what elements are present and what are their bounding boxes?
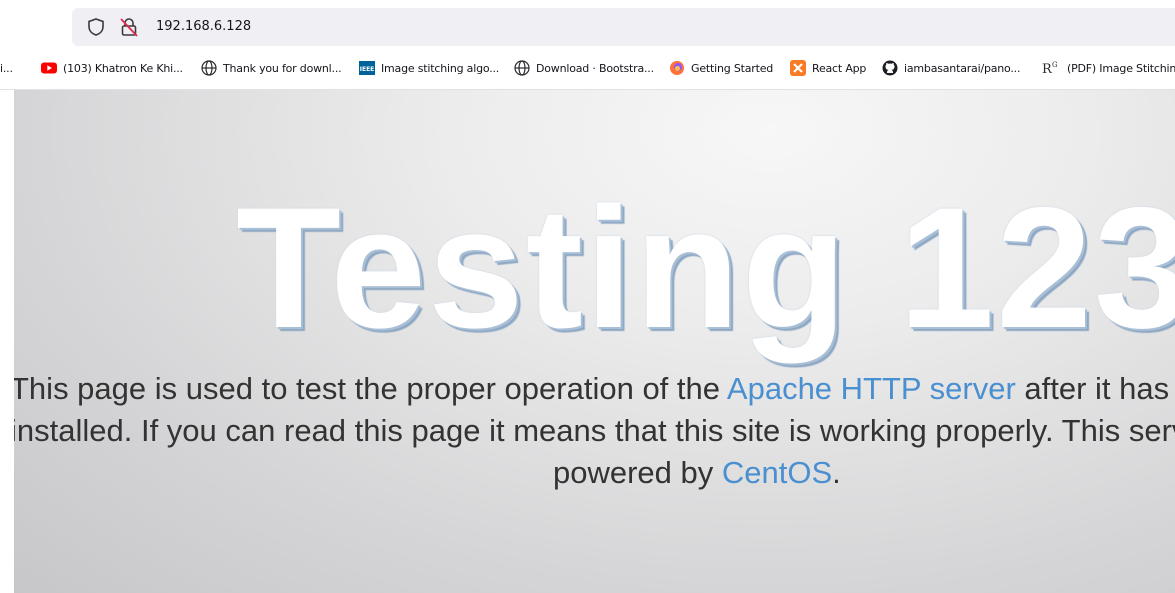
bookmark-label: React App bbox=[812, 61, 867, 75]
bookmark-item[interactable]: IEEE Image stitching algo... bbox=[359, 59, 499, 77]
researchgate-icon: RG bbox=[1041, 60, 1061, 77]
page-content: Testing 123.. This page is used to test … bbox=[14, 90, 1175, 593]
insecure-lock-icon[interactable] bbox=[118, 16, 140, 38]
lead-line-2: installed. If you can read this page it … bbox=[14, 413, 1175, 448]
bookmark-item[interactable]: Download · Bootstra... bbox=[514, 59, 654, 77]
bookmark-label: Download · Bootstra... bbox=[536, 61, 654, 75]
xampp-icon bbox=[790, 60, 806, 76]
lead-text: This page is used to test the proper ope… bbox=[14, 371, 727, 406]
bookmarks-toolbar: i... (103) Khatron Ke Khi... Thank you f… bbox=[0, 46, 1175, 90]
bookmark-item[interactable]: Getting Started bbox=[669, 59, 773, 77]
bookmark-item[interactable]: React App bbox=[790, 59, 866, 77]
bookmark-item[interactable]: RG (PDF) Image Stitchin bbox=[1041, 59, 1175, 77]
bookmark-item[interactable]: i... bbox=[0, 59, 13, 77]
bookmark-item[interactable]: (103) Khatron Ke Khi... bbox=[41, 59, 183, 77]
url-bar: 192.168.6.128 bbox=[0, 0, 1175, 46]
bookmark-label: Thank you for downl... bbox=[223, 61, 342, 75]
youtube-icon bbox=[41, 60, 57, 76]
apache-link[interactable]: Apache HTTP server bbox=[727, 371, 1016, 406]
lead-line-3: powered by CentOS. bbox=[553, 452, 841, 494]
firefox-icon bbox=[669, 60, 685, 76]
lead-text: after it has been bbox=[1024, 371, 1175, 406]
globe-icon bbox=[514, 60, 530, 76]
bookmark-label: i... bbox=[0, 61, 13, 75]
bookmark-label: Getting Started bbox=[691, 61, 774, 75]
bookmark-item[interactable]: Thank you for downl... bbox=[201, 59, 342, 77]
page-title: Testing 123.. bbox=[236, 172, 1175, 364]
url-text[interactable]: 192.168.6.128 bbox=[156, 17, 251, 37]
bookmark-item[interactable]: iambasantarai/pano... bbox=[882, 59, 1020, 77]
lead-text: powered by bbox=[553, 455, 722, 490]
centos-link[interactable]: CentOS bbox=[722, 455, 832, 490]
ieee-icon: IEEE bbox=[359, 60, 375, 76]
bookmark-label: iambasantarai/pano... bbox=[904, 61, 1021, 75]
bookmark-label: (PDF) Image Stitchin bbox=[1067, 61, 1175, 75]
lead-line-1: This page is used to test the proper ope… bbox=[14, 368, 1175, 410]
svg-text:IEEE: IEEE bbox=[360, 66, 375, 73]
lead-text: . bbox=[832, 455, 841, 490]
tracking-protection-shield-icon[interactable] bbox=[86, 17, 106, 37]
svg-text:G: G bbox=[1052, 61, 1058, 69]
globe-icon bbox=[201, 60, 217, 76]
bookmark-label: (103) Khatron Ke Khi... bbox=[63, 61, 183, 75]
github-icon bbox=[882, 60, 898, 76]
bookmark-label: Image stitching algo... bbox=[381, 61, 500, 75]
